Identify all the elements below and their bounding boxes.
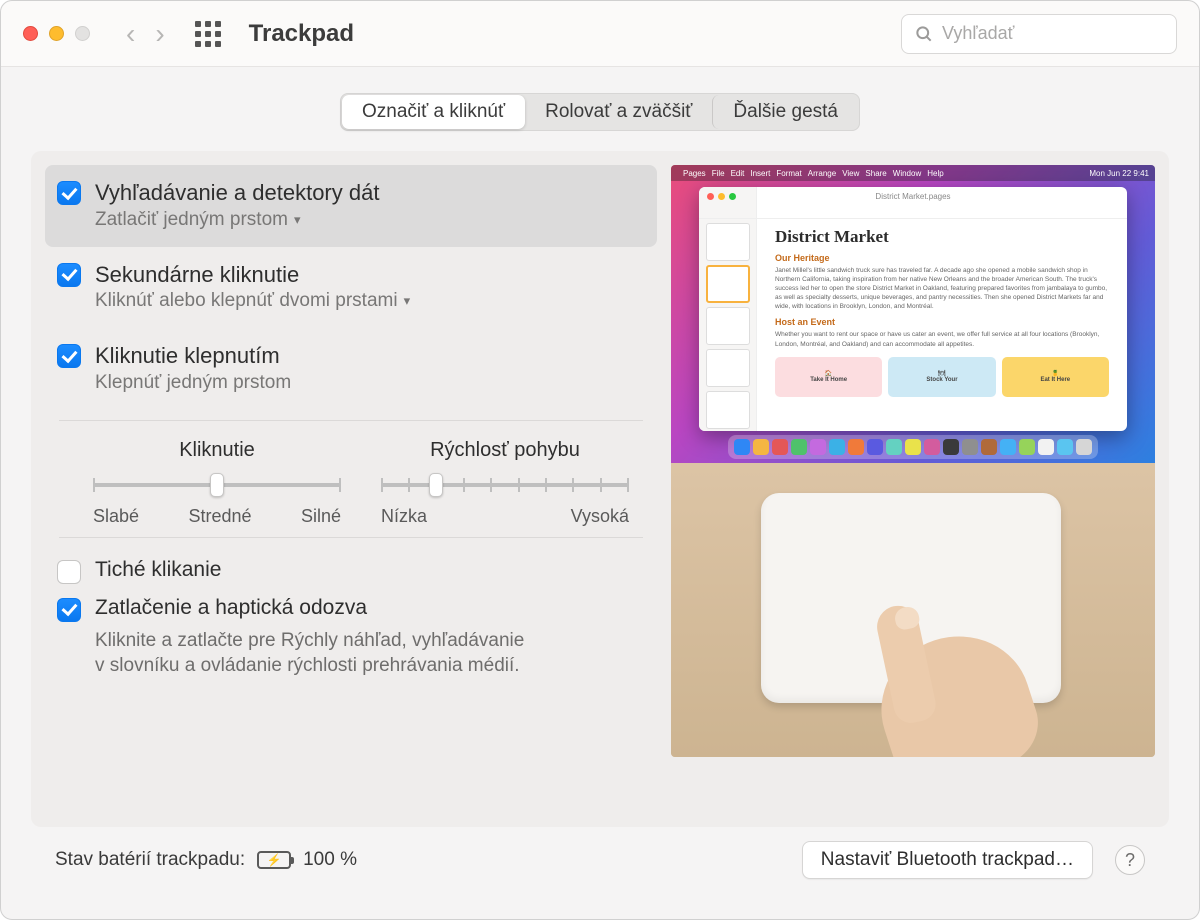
checkbox-silent-click[interactable] [57, 560, 81, 584]
close-window-button[interactable] [23, 26, 38, 41]
option-force-desc: Kliknite a zatlačte pre Rýchly náhľad, v… [95, 628, 649, 679]
preview-menubar: Pages File Edit Insert Format Arrange Vi… [671, 165, 1155, 181]
click-slider-group: Kliknutie Slabé Stredné Silné [93, 439, 341, 527]
preview-dock [728, 435, 1098, 459]
divider [59, 420, 643, 421]
setup-bluetooth-trackpad-button[interactable]: Nastaviť Bluetooth trackpad… [802, 841, 1093, 879]
back-button[interactable]: ‹ [126, 20, 135, 48]
preview-screen: Pages File Edit Insert Format Arrange Vi… [671, 165, 1155, 463]
option-secondary-title: Sekundárne kliknutie [95, 261, 410, 289]
tracking-slider[interactable] [381, 472, 629, 498]
sliders-row: Kliknutie Slabé Stredné Silné [45, 431, 657, 527]
option-tap-sub: Klepnúť jedným prstom [95, 372, 291, 394]
window-controls [23, 26, 90, 41]
forward-button[interactable]: › [155, 20, 164, 48]
option-secondary-click[interactable]: Sekundárne kliknutie Kliknúť alebo klepn… [45, 247, 657, 329]
gesture-preview-video: Pages File Edit Insert Format Arrange Vi… [671, 165, 1155, 757]
chevron-down-icon: ▾ [404, 293, 411, 309]
tracking-slider-high: Vysoká [427, 506, 629, 527]
option-lookup-sub-dropdown[interactable]: Zatlačiť jedným prstom ▾ [95, 209, 379, 231]
help-button[interactable]: ? [1115, 845, 1145, 875]
tracking-slider-low: Nízka [381, 506, 427, 527]
preview-hand [831, 577, 1031, 757]
option-secondary-sub-dropdown[interactable]: Kliknúť alebo klepnúť dvomi prstami ▾ [95, 290, 410, 312]
zoom-window-button[interactable] [75, 26, 90, 41]
titlebar: ‹ › Trackpad [1, 1, 1199, 67]
option-tap-title: Kliknutie klepnutím [95, 342, 291, 370]
click-slider[interactable] [93, 472, 341, 498]
divider [59, 537, 643, 538]
battery-percent: 100 % [303, 849, 357, 871]
search-icon [914, 24, 934, 44]
checkbox-tap-to-click[interactable] [57, 344, 81, 368]
tab-more-gestures[interactable]: Ďalšie gestá [712, 95, 858, 129]
option-silent-click[interactable]: Tiché klikanie [57, 552, 649, 590]
click-slider-high: Silné [301, 506, 341, 527]
tracking-slider-knob[interactable] [429, 473, 443, 497]
options-column: Vyhľadávanie a detektory dát Zatlačiť je… [45, 165, 657, 805]
content-area: Označiť a kliknúť Rolovať a zväčšiť Ďalš… [1, 67, 1199, 919]
tab-bar: Označiť a kliknúť Rolovať a zväčšiť Ďalš… [340, 93, 860, 131]
option-silent-label: Tiché klikanie [95, 558, 221, 582]
search-input[interactable] [942, 23, 1164, 44]
battery-status-label: Stav batérií trackpadu: [55, 849, 245, 871]
option-tap-to-click[interactable]: Kliknutie klepnutím Klepnúť jedným prsto… [45, 328, 657, 410]
click-slider-knob[interactable] [210, 473, 224, 497]
option-force-click[interactable]: Zatlačenie a haptická odozva [57, 590, 649, 628]
click-slider-mid: Stredné [139, 506, 301, 527]
checkbox-lookup[interactable] [57, 181, 81, 205]
tracking-slider-group: Rýchlosť pohybu Nízka Vysoká [381, 439, 629, 527]
preview-desk [671, 463, 1155, 757]
checkbox-secondary-click[interactable] [57, 263, 81, 287]
settings-panel: Vyhľadávanie a detektory dát Zatlačiť je… [31, 151, 1169, 827]
show-all-prefs-button[interactable] [195, 21, 221, 47]
search-field[interactable] [901, 14, 1177, 54]
bottom-options: Tiché klikanie Zatlačenie a haptická odo… [45, 548, 657, 679]
option-lookup-title: Vyhľadávanie a detektory dát [95, 179, 379, 207]
click-slider-low: Slabé [93, 506, 139, 527]
system-preferences-window: ‹ › Trackpad Označiť a kliknúť Rolovať a… [0, 0, 1200, 920]
option-force-label: Zatlačenie a haptická odozva [95, 596, 367, 620]
checkbox-force-click[interactable] [57, 598, 81, 622]
preview-doc-title: District Market [775, 227, 1109, 247]
tab-scroll-zoom[interactable]: Rolovať a zväčšiť [525, 95, 712, 129]
option-lookup[interactable]: Vyhľadávanie a detektory dát Zatlačiť je… [45, 165, 657, 247]
battery-icon: ⚡ [257, 851, 291, 869]
preview-document-window: District Market.pages District Market Ou… [699, 187, 1127, 431]
nav-buttons: ‹ › [126, 20, 165, 48]
chevron-down-icon: ▾ [294, 212, 301, 228]
tab-point-click[interactable]: Označiť a kliknúť [342, 95, 525, 129]
window-title: Trackpad [249, 20, 354, 48]
minimize-window-button[interactable] [49, 26, 64, 41]
tracking-slider-label: Rýchlosť pohybu [430, 439, 580, 462]
footer: Stav batérií trackpadu: ⚡ 100 % Nastaviť… [31, 827, 1169, 901]
click-slider-label: Kliknutie [179, 439, 255, 462]
